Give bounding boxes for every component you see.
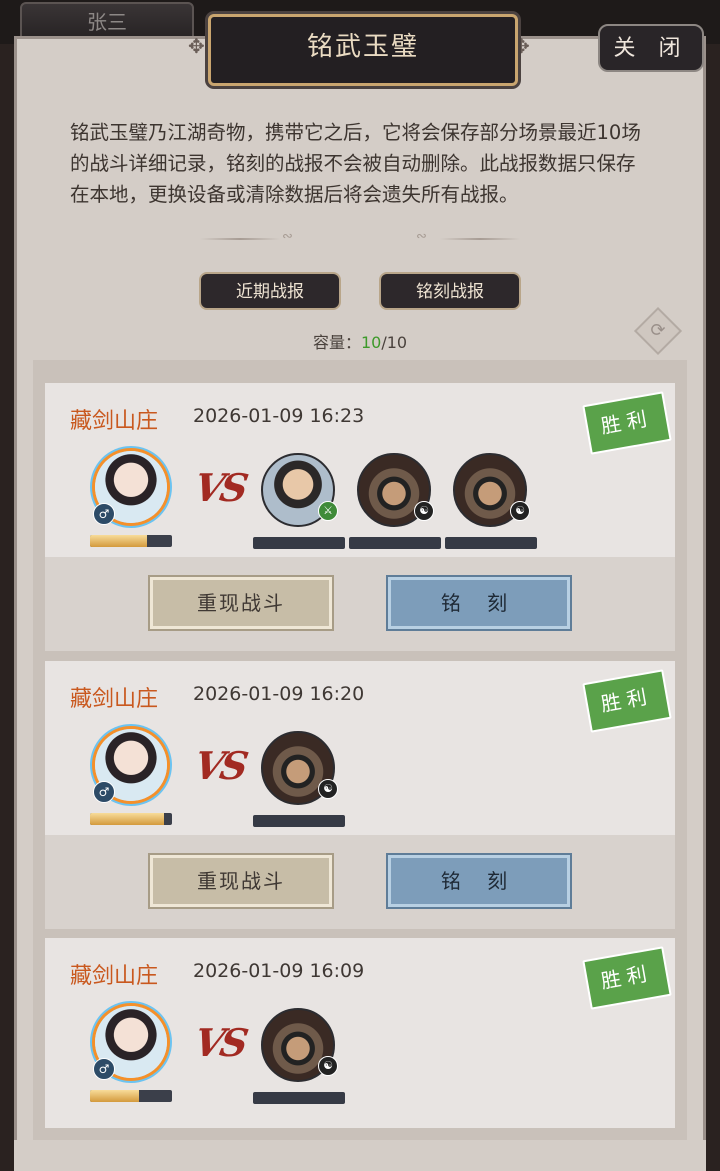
tab-engraved-reports[interactable]: 铭刻战报 [379, 272, 521, 310]
vs-icon: VS [191, 465, 248, 510]
divider-ornament-left: ∾ [282, 229, 293, 244]
enemy-hp-bar [349, 537, 441, 549]
divider-ornament-right: ∾ [416, 229, 427, 244]
player-hp-bar [90, 813, 172, 825]
close-button[interactable]: 关 闭 [598, 24, 704, 72]
engrave-button[interactable]: 铭 刻 [388, 855, 570, 907]
engrave-button[interactable]: 铭 刻 [388, 577, 570, 629]
location-label: 藏剑山庄 [70, 687, 159, 712]
capacity-indicator: 容量：10/10 [0, 329, 720, 353]
player-hp-bar [90, 1090, 172, 1102]
enemy-hp-bar [253, 537, 345, 549]
replay-button[interactable]: 重现战斗 [150, 855, 332, 907]
capacity-used: 10 [360, 333, 382, 352]
vs-icon: VS [191, 743, 248, 788]
male-icon: ♂ [93, 503, 115, 525]
yinyang-class-icon: ☯ [510, 501, 530, 521]
yinyang-class-icon: ☯ [318, 1056, 338, 1076]
enemy-hp-bar [253, 1092, 345, 1104]
capacity-label: 容量： [312, 333, 361, 352]
battle-time: 2026-01-09 16:23 [193, 405, 365, 427]
title-ornament-left: ✥ [188, 34, 205, 58]
victory-stamp: 胜利 [582, 946, 672, 1010]
male-icon: ♂ [93, 1058, 115, 1080]
location-label: 藏剑山庄 [70, 964, 159, 989]
yinyang-class-icon: ☯ [414, 501, 434, 521]
male-icon: ♂ [93, 781, 115, 803]
enemy-hp-bar [445, 537, 537, 549]
enemy-hp-bar [253, 815, 345, 827]
report-card: 重现战斗 铭 刻 藏剑山庄 2026-01-09 16:23 胜利 ♂ VS ⚔… [45, 383, 675, 651]
battle-time: 2026-01-09 16:20 [193, 683, 365, 705]
yinyang-class-icon: ☯ [318, 779, 338, 799]
battle-time: 2026-01-09 16:09 [193, 960, 365, 982]
tab-recent-reports[interactable]: 近期战报 [199, 272, 341, 310]
dialog-bottom [14, 1140, 706, 1171]
report-actions: 重现战斗 铭 刻 [45, 835, 675, 929]
replay-button[interactable]: 重现战斗 [150, 577, 332, 629]
report-card: 重现战斗 铭 刻 藏剑山庄 2026-01-09 16:20 胜利 ♂ VS ☯ [45, 661, 675, 929]
capacity-total: /10 [381, 333, 408, 352]
divider-left [200, 238, 280, 240]
report-card: 藏剑山庄 2026-01-09 16:09 胜利 ♂ VS ☯ [45, 938, 675, 1128]
location-label: 藏剑山庄 [70, 409, 159, 434]
victory-stamp: 胜利 [582, 391, 672, 455]
dialog-title: 铭武玉璧 [208, 14, 518, 86]
player-hp-bar [90, 535, 172, 547]
description-text: 铭武玉璧乃江湖奇物，携带它之后，它将会保存部分场景最近10场的战斗详细记录，铭刻… [70, 121, 641, 206]
blade-class-icon: ⚔ [318, 501, 338, 521]
victory-stamp: 胜利 [582, 669, 672, 733]
vs-icon: VS [191, 1020, 248, 1065]
divider-right [440, 238, 520, 240]
report-actions: 重现战斗 铭 刻 [45, 557, 675, 651]
